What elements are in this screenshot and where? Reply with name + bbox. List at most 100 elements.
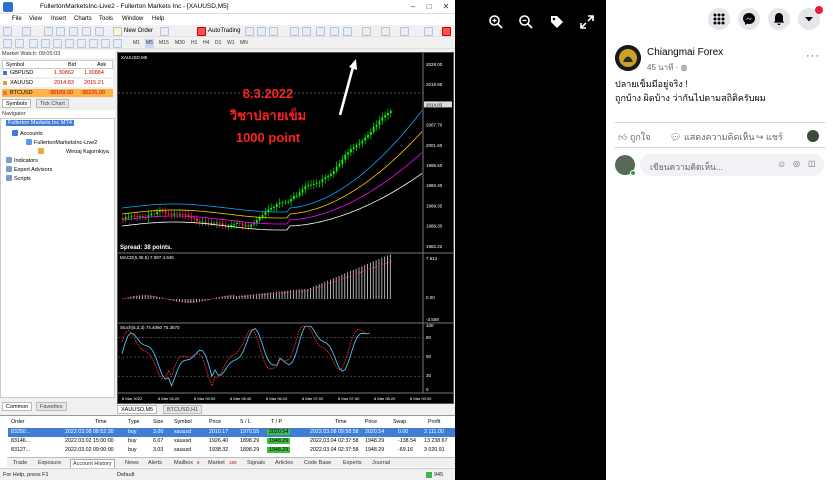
- nav-server[interactable]: FullertonMarketsInc-Live2: [26, 139, 97, 146]
- tab-symbols[interactable]: Symbols: [2, 99, 32, 108]
- tf-m30[interactable]: M30: [174, 39, 186, 48]
- tab-tick-chart[interactable]: Tick Chart: [36, 99, 69, 108]
- tester-icon[interactable]: [95, 27, 104, 36]
- arrows-icon[interactable]: [113, 39, 122, 48]
- th-sl[interactable]: S / L: [240, 419, 251, 425]
- nav-scripts[interactable]: Scripts: [6, 175, 31, 182]
- fullscreen-icon[interactable]: [579, 14, 595, 30]
- tile-windows-icon[interactable]: [316, 27, 325, 36]
- candlestick-icon[interactable]: [257, 27, 266, 36]
- nav-accounts[interactable]: Accounts: [12, 130, 43, 137]
- autotrading-button[interactable]: AutoTrading: [208, 28, 240, 34]
- messenger-icon[interactable]: [738, 8, 760, 30]
- nav-account-name[interactable]: Wiroaj Kajornkiya: [66, 149, 109, 155]
- th-close-price[interactable]: Price: [365, 419, 377, 425]
- tab-favorites[interactable]: Favorites: [36, 402, 67, 411]
- comment-input[interactable]: เขียนความคิดเห็น... ☺ ◎ ◫: [640, 154, 824, 176]
- tab-market[interactable]: Market: [208, 459, 225, 467]
- menu-view[interactable]: View: [29, 16, 42, 22]
- sticker-icon[interactable]: ◫: [808, 159, 816, 168]
- page-name[interactable]: Chiangmai Forex: [647, 47, 723, 58]
- tab-xauusd-m5[interactable]: XAUUSD,M5: [117, 405, 158, 414]
- col-symbol[interactable]: Symbol: [6, 62, 24, 68]
- more-options-icon[interactable]: ···: [806, 50, 820, 62]
- menu-file[interactable]: File: [12, 16, 22, 22]
- market-watch-row[interactable]: GBPUSD 1.30862 1.30884: [2, 69, 113, 78]
- channel-icon[interactable]: [65, 39, 74, 48]
- text-label-icon[interactable]: [101, 39, 110, 48]
- history-row[interactable]: 83146... 2022.03.02 15:00:00 buy 6.07 xauusd…: [8, 437, 455, 446]
- restore-icon[interactable]: □: [424, 2, 434, 11]
- profiles-icon[interactable]: [22, 27, 31, 36]
- th-symbol[interactable]: Symbol: [174, 419, 192, 425]
- tf-d1[interactable]: D1: [214, 39, 222, 48]
- nav-indicators[interactable]: Indicators: [6, 157, 38, 164]
- tab-alerts[interactable]: Alerts: [148, 459, 162, 467]
- market-watch-icon[interactable]: [44, 27, 53, 36]
- tab-code-base[interactable]: Code Base: [304, 459, 331, 467]
- notifications-bell-icon[interactable]: [768, 8, 790, 30]
- tab-journal[interactable]: Journal: [372, 459, 390, 467]
- tf-m5[interactable]: M5: [145, 39, 154, 48]
- search-icon[interactable]: [424, 27, 433, 36]
- vertical-line-icon[interactable]: [29, 39, 38, 48]
- line-chart-icon[interactable]: [269, 27, 278, 36]
- history-row[interactable]: 83127... 2022.03.02 09:00:00 buy 3.03 xauusd…: [8, 446, 455, 455]
- history-row[interactable]: 83350... 2022.03.08 08:52:30 buy 3.00 xauusd…: [8, 428, 455, 437]
- data-window-icon[interactable]: [56, 27, 65, 36]
- bar-chart-icon[interactable]: [245, 27, 254, 36]
- avatar[interactable]: [615, 45, 641, 71]
- navigator-icon[interactable]: [69, 27, 78, 36]
- tab-mailbox[interactable]: Mailbox: [174, 459, 193, 467]
- zoom-in-icon[interactable]: [488, 14, 504, 30]
- post-time[interactable]: 45 นาที · ◍: [647, 61, 687, 74]
- th-time[interactable]: Time: [95, 419, 107, 425]
- tf-m15[interactable]: M15: [158, 39, 170, 48]
- menu-help[interactable]: Help: [152, 16, 164, 22]
- nav-root[interactable]: Fullerton Markets Inc MT4: [6, 120, 74, 126]
- new-chart-icon[interactable]: [3, 27, 12, 36]
- audience-avatar-icon[interactable]: [807, 130, 819, 142]
- market-watch-row[interactable]: BTCUSD 38189.00 38226.00: [2, 89, 113, 98]
- tag-icon[interactable]: [549, 14, 565, 30]
- crosshair-icon[interactable]: [15, 39, 24, 48]
- autotrading-icon[interactable]: [197, 27, 206, 36]
- like-button[interactable]: 👍︎ ถูกใจ: [618, 130, 650, 144]
- menu-window[interactable]: Window: [122, 16, 143, 22]
- market-watch-row[interactable]: XAUUSD 2014.83 2015.21: [2, 79, 113, 88]
- chart-shift-icon[interactable]: [343, 27, 352, 36]
- share-button[interactable]: ↪ แชร์: [756, 130, 783, 144]
- comment-button[interactable]: 💬︎ แสดงความคิดเห็น: [670, 130, 755, 144]
- minimize-icon[interactable]: –: [408, 2, 418, 11]
- tab-btcusd-h1[interactable]: BTCUSD,H1: [163, 405, 203, 414]
- th-order[interactable]: Order: [11, 419, 25, 425]
- indicators-icon[interactable]: [362, 27, 371, 36]
- th-swap[interactable]: Swap: [393, 419, 406, 425]
- periods-icon[interactable]: [381, 27, 390, 36]
- menu-grid-icon[interactable]: [708, 8, 730, 30]
- close-icon[interactable]: ✕: [441, 2, 451, 11]
- th-size[interactable]: Size: [153, 419, 163, 425]
- tf-w1[interactable]: W1: [226, 39, 236, 48]
- menu-insert[interactable]: Insert: [51, 16, 66, 22]
- horizontal-line-icon[interactable]: [41, 39, 50, 48]
- autoscroll-icon[interactable]: [330, 27, 339, 36]
- trendline-icon[interactable]: [53, 39, 62, 48]
- menu-tools[interactable]: Tools: [99, 16, 113, 22]
- tab-news[interactable]: News: [125, 459, 139, 467]
- fibonacci-icon[interactable]: [77, 39, 86, 48]
- th-close-time[interactable]: Time: [335, 419, 347, 425]
- nav-account[interactable]: [38, 148, 46, 155]
- text-icon[interactable]: [89, 39, 98, 48]
- tab-exposure[interactable]: Exposure: [38, 459, 61, 467]
- tf-h4[interactable]: H4: [202, 39, 210, 48]
- col-bid[interactable]: Bid: [68, 62, 76, 68]
- tf-m1[interactable]: M1: [132, 39, 141, 48]
- th-profit[interactable]: Profit: [428, 419, 440, 425]
- terminal-icon[interactable]: [82, 27, 91, 36]
- tf-h1[interactable]: H1: [190, 39, 198, 48]
- metaeditor-icon[interactable]: [160, 27, 169, 36]
- th-type[interactable]: Type: [128, 419, 139, 425]
- zoom-out-chart-icon[interactable]: [302, 27, 311, 36]
- price-chart[interactable]: XAUUSD,M5 8.3.2022 วิชาปลายเข็ม 1000 point S…: [118, 53, 453, 403]
